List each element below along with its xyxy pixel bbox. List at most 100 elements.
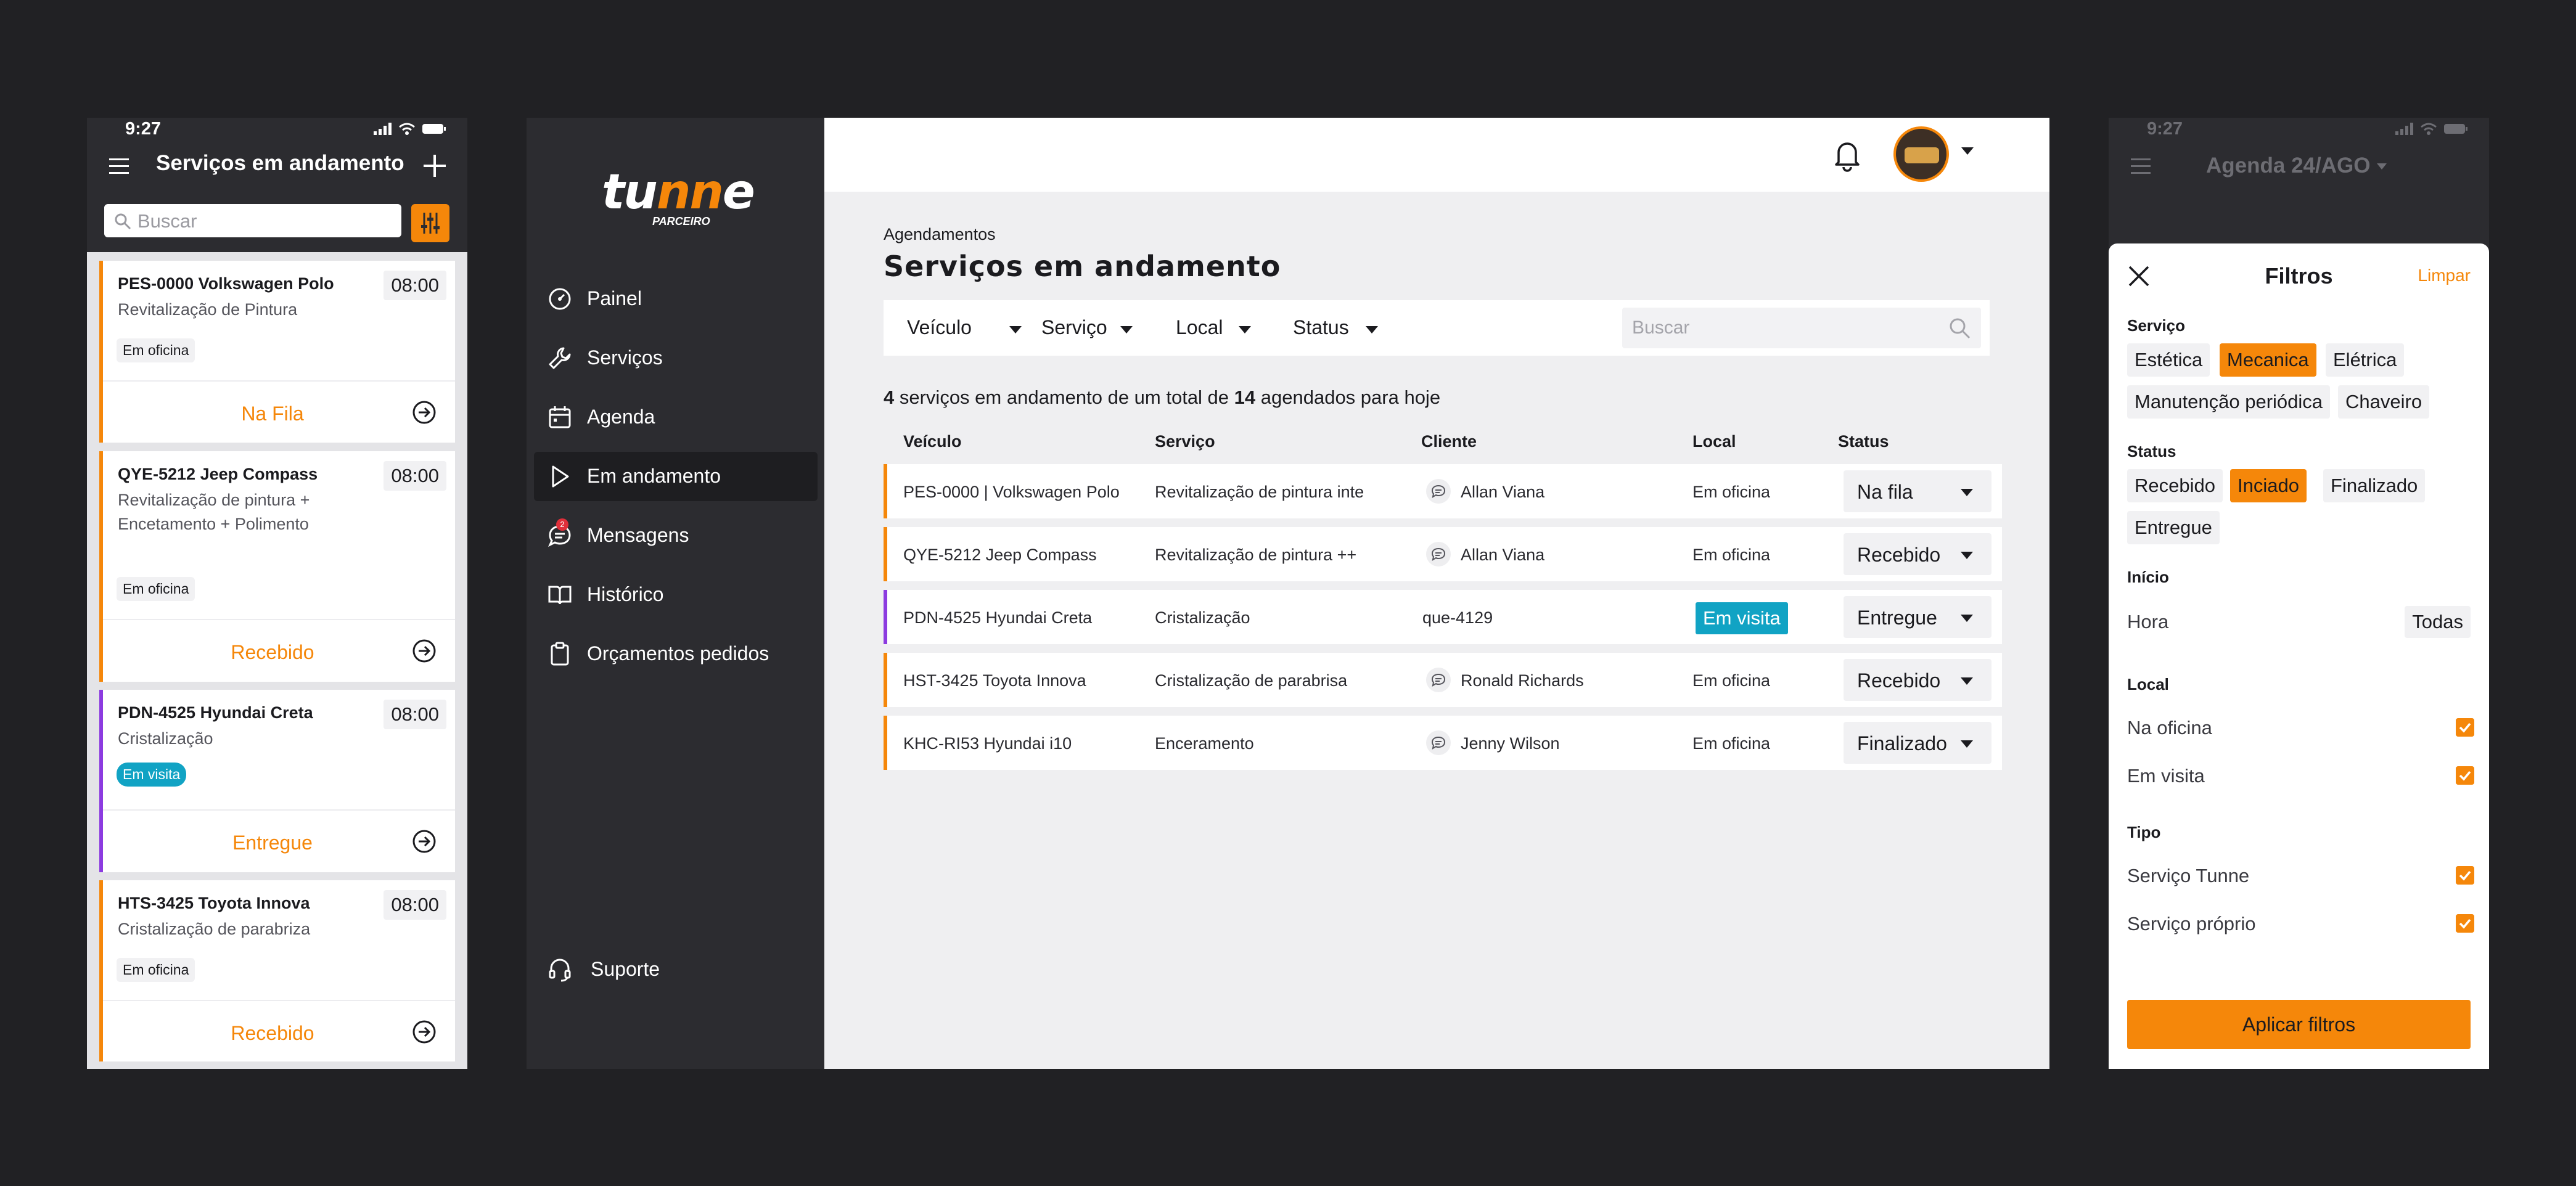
arrow-right-circle-icon[interactable] xyxy=(412,829,437,854)
table-row[interactable]: HST-3425 Toyota Innova Cristalização de … xyxy=(884,653,2002,707)
bell-icon[interactable] xyxy=(1832,137,1863,172)
vehicle-filter-label: Veículo xyxy=(907,316,972,338)
checkbox-checked[interactable] xyxy=(2456,866,2474,885)
status-bar: 9:27 xyxy=(87,118,467,142)
row-vehicle: PES-0000 | Volkswagen Polo xyxy=(903,483,1120,501)
filter-button[interactable] xyxy=(411,204,449,242)
chat-button[interactable] xyxy=(1426,730,1451,755)
card-divider xyxy=(103,619,455,620)
service-filter-dropdown[interactable]: Serviço xyxy=(1041,316,1133,339)
status-select[interactable]: Na fila xyxy=(1844,470,1991,512)
table-row[interactable]: QYE-5212 Jeep Compass Revitalização de p… xyxy=(884,527,2002,581)
service-card[interactable]: PDN-4525 Hyundai Creta Cristalização 08:… xyxy=(99,690,455,872)
chevron-down-icon[interactable] xyxy=(2377,163,2387,170)
service-card[interactable]: QYE-5212 Jeep Compass Revitalização de p… xyxy=(99,451,455,682)
checkbox-checked[interactable] xyxy=(2456,766,2474,785)
arrow-right-circle-icon[interactable] xyxy=(412,639,437,663)
search-input[interactable]: Buscar xyxy=(1622,308,1981,348)
checkbox-checked[interactable] xyxy=(2456,718,2474,737)
chip-eletrica[interactable]: Elétrica xyxy=(2326,343,2405,377)
nav-item-orcamentos[interactable]: Orçamentos pedidos xyxy=(534,629,818,679)
logo-text-c: e xyxy=(722,165,755,220)
status-section-label: Status xyxy=(2127,442,2176,460)
nav-label: Agenda xyxy=(587,406,655,428)
avatar[interactable] xyxy=(1893,126,1949,182)
chat-button[interactable] xyxy=(1426,479,1451,504)
main-content: Agendamentos Serviços em andamento Veícu… xyxy=(824,192,2049,1069)
nav-item-suporte[interactable]: Suporte xyxy=(534,945,818,994)
menu-icon[interactable] xyxy=(2131,158,2151,174)
vehicle-filter-dropdown[interactable]: Veículo xyxy=(907,316,1022,339)
table-row[interactable]: PDN-4525 Hyundai Creta Cristalização que… xyxy=(884,590,2002,644)
chat-button[interactable] xyxy=(1426,542,1451,566)
nav-label: Mensagens xyxy=(587,524,689,546)
checkbox-checked[interactable] xyxy=(2456,914,2474,933)
status-select[interactable]: Finalizado xyxy=(1844,722,1991,764)
chat-button[interactable] xyxy=(1426,668,1451,692)
status-select[interactable]: Entregue xyxy=(1844,596,1991,638)
mobile-search-input[interactable]: Buscar xyxy=(104,204,401,237)
status-filter-label: Status xyxy=(1293,316,1349,338)
card-time: 08:00 xyxy=(384,271,446,300)
menu-icon[interactable] xyxy=(109,158,129,174)
table-row[interactable]: PES-0000 | Volkswagen Polo Revitalização… xyxy=(884,464,2002,518)
chevron-down-icon[interactable] xyxy=(1961,147,1974,155)
arrow-right-circle-icon[interactable] xyxy=(412,400,437,425)
chip-finalizado[interactable]: Finalizado xyxy=(2323,469,2426,502)
row-vehicle: PDN-4525 Hyundai Creta xyxy=(903,608,1093,627)
nav-item-mensagens[interactable]: 2 Mensagens xyxy=(534,511,818,560)
agenda-title[interactable]: Agenda 24/AGO xyxy=(2206,153,2370,178)
chevron-down-icon xyxy=(1120,326,1133,333)
chip-recebido[interactable]: Recebido xyxy=(2127,469,2223,502)
chip-iniciado[interactable]: Inciado xyxy=(2230,469,2307,502)
column-status[interactable]: Status xyxy=(1838,432,1889,451)
column-service[interactable]: Serviço xyxy=(1155,432,1215,451)
mobile-services-screen: 9:27 Serviços em andamento Buscar PES-00… xyxy=(87,118,467,1069)
table-row[interactable]: KHC-RI53 Hyundai i10 Enceramento Jenny W… xyxy=(884,716,2002,770)
status-filter-dropdown[interactable]: Status xyxy=(1293,316,1378,339)
add-icon[interactable] xyxy=(424,155,446,177)
local-option-label: Em visita xyxy=(2127,765,2205,787)
status-select[interactable]: Recebido xyxy=(1844,533,1991,575)
chevron-down-icon xyxy=(1961,615,1973,622)
nav-item-em-andamento[interactable]: Em andamento xyxy=(534,452,818,501)
status-bar: 9:27 xyxy=(2109,118,2489,142)
status-select[interactable]: Recebido xyxy=(1844,659,1991,701)
page-title: Serviços em andamento xyxy=(884,250,1281,283)
apply-filters-button[interactable]: Aplicar filtros xyxy=(2127,1000,2471,1049)
chevron-down-icon xyxy=(1961,552,1973,559)
summary-text-2: agendados para hoje xyxy=(1255,386,1441,408)
card-status: Na Fila xyxy=(241,403,304,425)
chip-entregue[interactable]: Entregue xyxy=(2127,511,2220,544)
type-option-label: Serviço Tunne xyxy=(2127,865,2250,886)
card-time: 08:00 xyxy=(384,890,446,920)
nav-item-painel[interactable]: Painel xyxy=(534,274,818,324)
column-local[interactable]: Local xyxy=(1692,432,1736,451)
local-filter-label: Local xyxy=(1176,316,1223,338)
chat-icon xyxy=(1431,736,1446,750)
column-client[interactable]: Cliente xyxy=(1421,432,1477,451)
nav-item-historico[interactable]: Histórico xyxy=(534,570,818,620)
breadcrumb[interactable]: Agendamentos xyxy=(884,225,996,244)
chip-estetica[interactable]: Estética xyxy=(2127,343,2210,377)
mobile-page-title: Serviços em andamento xyxy=(156,151,404,175)
hour-label: Hora xyxy=(2127,611,2169,632)
chip-mecanica[interactable]: Mecanica xyxy=(2220,343,2316,377)
nav-item-agenda[interactable]: Agenda xyxy=(534,393,818,442)
nav-item-servicos[interactable]: Serviços xyxy=(534,333,818,383)
row-client: Allan Viana xyxy=(1461,483,1545,501)
tunne-logo[interactable]: tunne PARCEIRO xyxy=(602,165,755,227)
local-filter-dropdown[interactable]: Local xyxy=(1176,316,1251,339)
hour-select[interactable]: Todas xyxy=(2405,606,2471,638)
row-client: Allan Viana xyxy=(1461,546,1545,564)
clear-filters-link[interactable]: Limpar xyxy=(2418,266,2471,285)
column-vehicle[interactable]: Veículo xyxy=(903,432,962,451)
service-card[interactable]: PES-0000 Volkswagen Polo Revitalização d… xyxy=(99,261,455,443)
arrow-right-circle-icon[interactable] xyxy=(412,1020,437,1044)
chip-chaveiro[interactable]: Chaveiro xyxy=(2338,385,2430,419)
chevron-down-icon xyxy=(1961,489,1973,496)
type-section-label: Tipo xyxy=(2127,823,2161,841)
card-time: 08:00 xyxy=(384,700,446,729)
service-card[interactable]: HTS-3425 Toyota Innova Cristalização de … xyxy=(99,880,455,1061)
chip-manutencao[interactable]: Manutenção periódica xyxy=(2127,385,2331,419)
